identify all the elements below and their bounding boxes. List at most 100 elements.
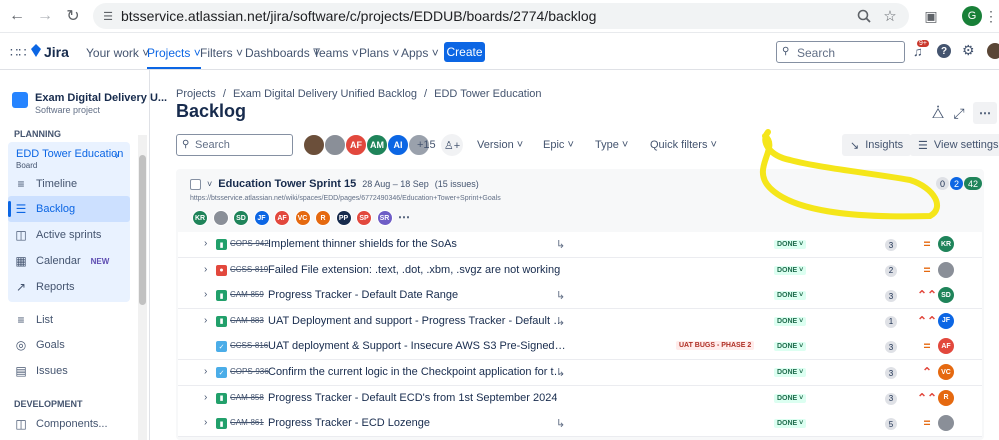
zoom-icon[interactable] [855,7,873,25]
insights-button[interactable]: ↘ Insights [842,134,912,156]
issue-row[interactable]: › ▮ CAM-858 Progress Tracker - Default ECD'… [178,385,982,412]
expand-chevron-icon[interactable]: › [204,417,207,428]
forward-icon[interactable]: → [34,5,56,27]
story-points[interactable]: 3 [885,290,897,303]
issue-key[interactable]: CAM-861 [230,418,264,427]
story-points[interactable]: 2 [885,264,897,277]
sprint-assignee-avatar[interactable]: VC [294,210,311,226]
nav-apps[interactable]: Apps ˅ [401,46,439,60]
story-points[interactable]: 3 [885,392,897,405]
assignee-filter-avatar[interactable] [303,134,325,156]
sidebar-item-goals[interactable]: ◎ Goals [14,335,65,355]
version-filter[interactable]: Version ˅ [477,139,523,151]
sprint-assignee-avatar[interactable]: PP [335,210,352,226]
nav-projects[interactable]: Projects ˅ [147,46,201,69]
quick-filters[interactable]: Quick filters ˅ [650,139,717,151]
story-points[interactable]: 3 [885,239,897,251]
sidebar-item-active-sprints[interactable]: ◫ Active sprints [14,225,101,245]
app-switcher-icon[interactable]: ∷∷ [10,45,27,61]
help-icon[interactable]: ? [937,44,951,58]
breadcrumb-projects[interactable]: Projects [176,88,216,100]
bookmark-star-icon[interactable]: ☆ [881,7,899,25]
sidebar-item-backlog[interactable]: ☰ Backlog [14,199,76,219]
epic-lozenge[interactable]: UAT BUGS - PHASE 2 [676,341,755,351]
issue-row[interactable]: › ▮ CAM-883 UAT Deployment and support - Pr… [178,308,982,335]
more-actions-button[interactable]: ⋯ [973,102,997,124]
expand-chevron-icon[interactable]: › [204,238,207,249]
issue-summary[interactable]: Failed File extension: .text, .dot, .xbm… [268,264,560,276]
create-button[interactable]: Create [444,42,485,62]
issue-key[interactable]: CAM-858 [230,393,264,402]
assignee-filter-avatar[interactable]: AF [345,134,367,156]
sidebar-scrollbar[interactable] [138,135,147,440]
view-settings-button[interactable]: ☰ View settings [910,134,999,156]
sidebar-item-reports[interactable]: ↗ Reports [14,277,75,297]
nav-plans[interactable]: Plans ˅ [359,46,399,60]
scrollbar-thumb[interactable] [139,155,146,305]
address-bar[interactable]: ☰ btsservice.atlassian.net/jira/software… [93,3,909,29]
issue-key[interactable]: CAM-883 [230,316,264,325]
epic-filter[interactable]: Epic ˅ [543,139,574,151]
issue-summary[interactable]: Confirm the current logic in the Checkpo… [268,366,568,378]
user-avatar[interactable] [987,43,999,59]
status-dropdown[interactable]: DONE ˅ [774,240,807,249]
issue-row[interactable]: › ✓ COPS-936 Confirm the current logic in t… [178,360,982,386]
issue-summary[interactable]: Progress Tracker - Default ECD's from 1s… [268,392,557,404]
status-dropdown[interactable]: DONE ˅ [774,368,807,377]
issue-summary[interactable]: UAT Deployment and support - Progress Tr… [268,315,568,327]
issue-summary[interactable]: UAT deployment & Support - Insecure AWS … [268,340,568,352]
issue-key[interactable]: CAM-859 [230,290,264,299]
more-assignees-icon[interactable]: ⋯ [398,210,410,224]
status-dropdown[interactable]: DONE ˅ [774,265,807,275]
issue-key[interactable]: CCSS-819 [230,265,268,274]
issue-row[interactable]: › ▮ CAM-861 Progress Tracker - ECD Lozenge ↳… [178,411,982,438]
story-points[interactable]: 1 [885,315,897,328]
sprint-assignee-avatar[interactable] [212,210,229,226]
issue-row[interactable]: › ▮ CAM-859 Progress Tracker - Default Date… [178,283,982,310]
assignee-filter-avatar[interactable]: AM [366,134,388,156]
sprint-select-checkbox[interactable] [190,178,201,190]
add-people-icon[interactable]: ♙+ [441,134,463,156]
sidebar-item-issues[interactable]: ▤ Issues [14,361,67,381]
issue-summary[interactable]: Progress Tracker - ECD Lozenge [268,417,430,429]
issue-key[interactable]: COPS-936 [230,367,269,376]
assignee-avatar[interactable]: AF [938,338,954,355]
share-icon[interactable]: ⧊ [929,104,947,122]
nav-filters[interactable]: Filters ˅ [200,46,243,60]
more-avatars-count[interactable]: +15 [417,139,436,151]
sprint-assignee-avatar[interactable]: R [315,210,331,226]
sprint-assignee-avatar[interactable]: KR [192,210,208,226]
expand-chevron-icon[interactable]: › [204,392,207,403]
jira-logo-icon[interactable] [31,44,41,57]
issue-summary[interactable]: Implement thinner shields for the SoAs [268,238,457,250]
assignee-avatar[interactable] [938,415,954,432]
settings-gear-icon[interactable]: ⚙ [962,42,975,59]
expand-chevron-icon[interactable]: › [204,366,207,377]
browser-menu-icon[interactable]: ⋮ [980,5,999,27]
sprint-header[interactable]: ˅ Education Tower Sprint 15 28 Aug – 18 … [190,178,479,190]
assignee-avatar[interactable]: JF [938,312,954,329]
sprint-assignee-avatar[interactable]: SD [233,210,249,226]
status-dropdown[interactable]: DONE ˅ [774,316,807,326]
status-dropdown[interactable]: DONE ˅ [774,291,807,301]
product-name[interactable]: Jira [44,44,69,60]
board-chevron-down-icon[interactable]: ˅ [114,151,119,161]
sprint-collapse-chevron-icon[interactable]: ˅ [207,179,212,189]
assignee-avatar[interactable] [938,261,954,278]
nav-dashboards[interactable]: Dashboards ˅ [245,46,320,60]
sprint-assignee-avatar[interactable]: SP [356,210,372,226]
sprint-goal-link[interactable]: https://btsservice.atlassian.net/wiki/sp… [190,195,501,202]
nav-your-work[interactable]: Your work ˅ [86,46,149,60]
project-name[interactable]: Exam Digital Delivery U... [35,92,167,104]
story-points[interactable]: 3 [885,367,897,379]
sidebar-item-timeline[interactable]: ≡ Timeline [14,174,77,194]
sprint-assignee-avatar[interactable]: AF [274,210,290,226]
expand-chevron-icon[interactable]: › [204,264,207,275]
back-icon[interactable]: ← [6,5,28,27]
extensions-icon[interactable]: ▣ [920,5,942,27]
global-search-input[interactable]: ⚲ Search [776,41,905,63]
issue-key[interactable]: COPS-942 [230,239,269,248]
assignee-avatar[interactable]: KR [938,236,954,252]
status-dropdown[interactable]: DONE ˅ [774,419,807,429]
assignee-filter-avatar[interactable]: AI [387,134,409,156]
